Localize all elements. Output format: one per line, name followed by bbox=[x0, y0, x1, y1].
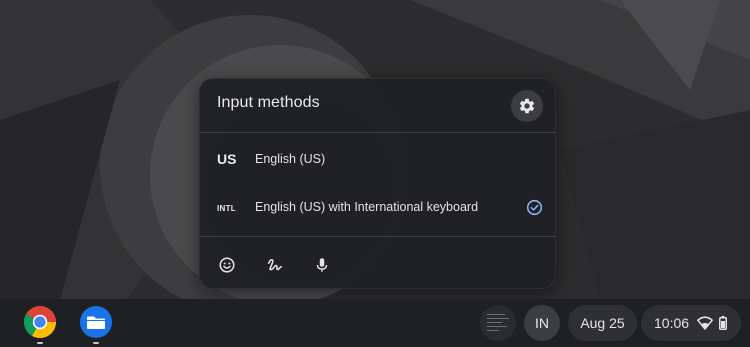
ime-row-intl[interactable]: INTL English (US) with International key… bbox=[200, 185, 555, 231]
emoji-button[interactable] bbox=[216, 254, 238, 276]
time-label: 10:06 bbox=[654, 315, 690, 331]
handwriting-button[interactable] bbox=[264, 254, 286, 276]
settings-button[interactable] bbox=[511, 90, 543, 122]
wifi-icon bbox=[697, 316, 713, 330]
ime-code: US bbox=[217, 151, 237, 167]
battery-icon bbox=[719, 316, 728, 330]
date-label: Aug 25 bbox=[580, 315, 625, 331]
voice-input-button[interactable] bbox=[311, 254, 333, 276]
ime-name: English (US) bbox=[255, 152, 326, 166]
gear-icon bbox=[519, 98, 535, 114]
microphone-icon bbox=[316, 258, 328, 272]
handwriting-icon bbox=[267, 259, 283, 271]
ime-code: INTL bbox=[217, 204, 236, 213]
holding-space-thumbnail[interactable] bbox=[480, 305, 516, 341]
ime-name: English (US) with International keyboard bbox=[255, 200, 479, 214]
date-tray[interactable]: Aug 25 bbox=[568, 305, 637, 341]
files-icon[interactable] bbox=[79, 305, 113, 339]
input-methods-popup: Input methods US English (US) INTL Engli… bbox=[199, 78, 556, 289]
check-circle-icon bbox=[526, 199, 543, 216]
divider bbox=[200, 236, 555, 237]
running-indicator bbox=[93, 342, 99, 344]
chrome-icon[interactable] bbox=[23, 305, 57, 339]
ime-row-us[interactable]: US English (US) bbox=[200, 137, 555, 183]
status-area[interactable]: 10:06 bbox=[641, 305, 741, 341]
running-indicator bbox=[37, 342, 43, 344]
popup-title: Input methods bbox=[217, 94, 320, 111]
shelf: IN Aug 25 10:06 bbox=[0, 299, 750, 347]
emoji-icon bbox=[219, 257, 235, 273]
ime-tray-button[interactable]: IN bbox=[524, 305, 560, 341]
divider bbox=[200, 132, 555, 133]
